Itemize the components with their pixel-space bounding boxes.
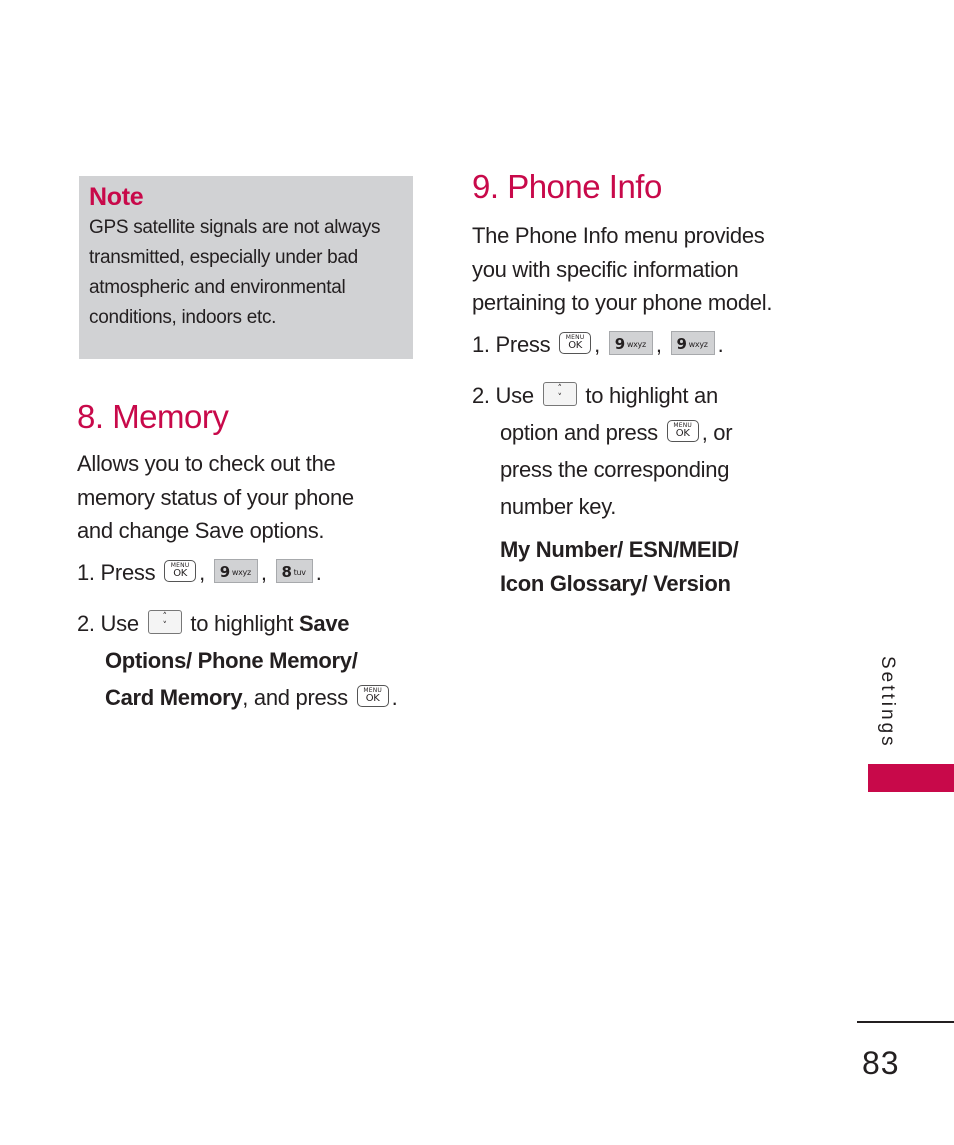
step-text: 1. Press bbox=[77, 559, 156, 585]
menu-ok-key-icon: MENU OK bbox=[356, 684, 389, 707]
memory-description: Allows you to check out the memory statu… bbox=[77, 447, 437, 548]
note-line: conditions, indoors etc. bbox=[89, 307, 277, 328]
phone-info-options: My Number/ ESN/MEID/ Icon Glossary/ Vers… bbox=[472, 533, 832, 601]
desc-line: pertaining to your phone model. bbox=[472, 290, 773, 315]
desc-line: and change Save options. bbox=[77, 518, 325, 543]
step-text: option and press bbox=[500, 419, 658, 445]
menu-ok-key-icon: MENU OK bbox=[559, 331, 592, 354]
memory-section: 8. Memory Allows you to check out the me… bbox=[77, 397, 437, 716]
step-text: , or bbox=[701, 419, 733, 445]
note-box: Note GPS satellite signals are not alway… bbox=[79, 176, 413, 359]
option-list: Options/ Phone Memory/ bbox=[105, 647, 358, 673]
separator: , bbox=[199, 559, 205, 585]
step-text: number key. bbox=[500, 493, 617, 519]
separator: , bbox=[260, 559, 267, 585]
separator: , bbox=[655, 331, 662, 357]
desc-line: The Phone Info menu provides bbox=[472, 223, 765, 248]
menu-ok-key-icon: MENU OK bbox=[666, 419, 699, 442]
desc-line: memory status of your phone bbox=[77, 484, 354, 510]
memory-step-2: 2. Use ˄ ˅ to highlight Save Options/ Pho… bbox=[77, 605, 437, 716]
menu-ok-key-icon: MENU OK bbox=[164, 559, 197, 582]
step-text: 2. Use bbox=[77, 610, 139, 636]
phone-info-description: The Phone Info menu provides you with sp… bbox=[472, 219, 832, 320]
page-number: 83 bbox=[862, 1045, 900, 1081]
nav-key-icon: ˄ ˅ bbox=[147, 609, 182, 634]
step-text: 1. Press bbox=[472, 331, 551, 357]
step-text: to highlight an bbox=[585, 382, 718, 408]
period: . bbox=[391, 684, 398, 710]
period: . bbox=[717, 331, 724, 357]
step-text: press the corresponding bbox=[500, 456, 730, 482]
option-save: Save bbox=[299, 610, 350, 636]
note-title: Note bbox=[89, 183, 144, 211]
phone-info-heading: 9. Phone Info bbox=[472, 168, 662, 205]
section-tab-text: Settings bbox=[877, 656, 898, 749]
period: . bbox=[315, 559, 322, 585]
desc-line: you with specific information bbox=[472, 256, 739, 282]
note-line: GPS satellite signals are not always bbox=[89, 217, 381, 238]
section-tab-label: Settings bbox=[870, 656, 900, 756]
key-8-icon: 8 tuv bbox=[275, 558, 313, 583]
phone-info-step-2: 2. Use ˄ ˅ to highlight an option and pre… bbox=[472, 377, 832, 525]
option-card-memory: Card Memory bbox=[105, 684, 243, 710]
step-text: , and press bbox=[242, 684, 348, 710]
option-list: Icon Glossary/ Version bbox=[500, 570, 731, 596]
step-text: to highlight bbox=[190, 610, 294, 636]
desc-line: Allows you to check out the bbox=[77, 451, 336, 476]
folio-rule bbox=[857, 1021, 954, 1023]
key-9-icon: 9 wxyz bbox=[608, 330, 653, 355]
nav-key-icon: ˄ ˅ bbox=[542, 381, 577, 406]
note-line: transmitted, especially under bad bbox=[89, 247, 358, 268]
note-body: GPS satellite signals are not always tra… bbox=[89, 213, 403, 333]
key-9-icon: 9 wxyz bbox=[670, 330, 715, 355]
phone-info-section: 9. Phone Info The Phone Info menu provid… bbox=[472, 167, 832, 601]
memory-step-1: 1. Press MENU OK, 9 wxyz, 8 tuv. bbox=[77, 554, 437, 591]
section-tab-marker bbox=[868, 764, 954, 792]
note-line: atmospheric and environmental bbox=[89, 277, 346, 298]
option-list: My Number/ ESN/MEID/ bbox=[500, 536, 739, 562]
key-9-icon: 9 wxyz bbox=[213, 558, 258, 583]
step-text: 2. Use bbox=[472, 382, 534, 408]
memory-heading: 8. Memory bbox=[77, 398, 229, 435]
separator: , bbox=[594, 331, 600, 357]
phone-info-step-1: 1. Press MENU OK, 9 wxyz, 9 wxyz. bbox=[472, 326, 832, 363]
